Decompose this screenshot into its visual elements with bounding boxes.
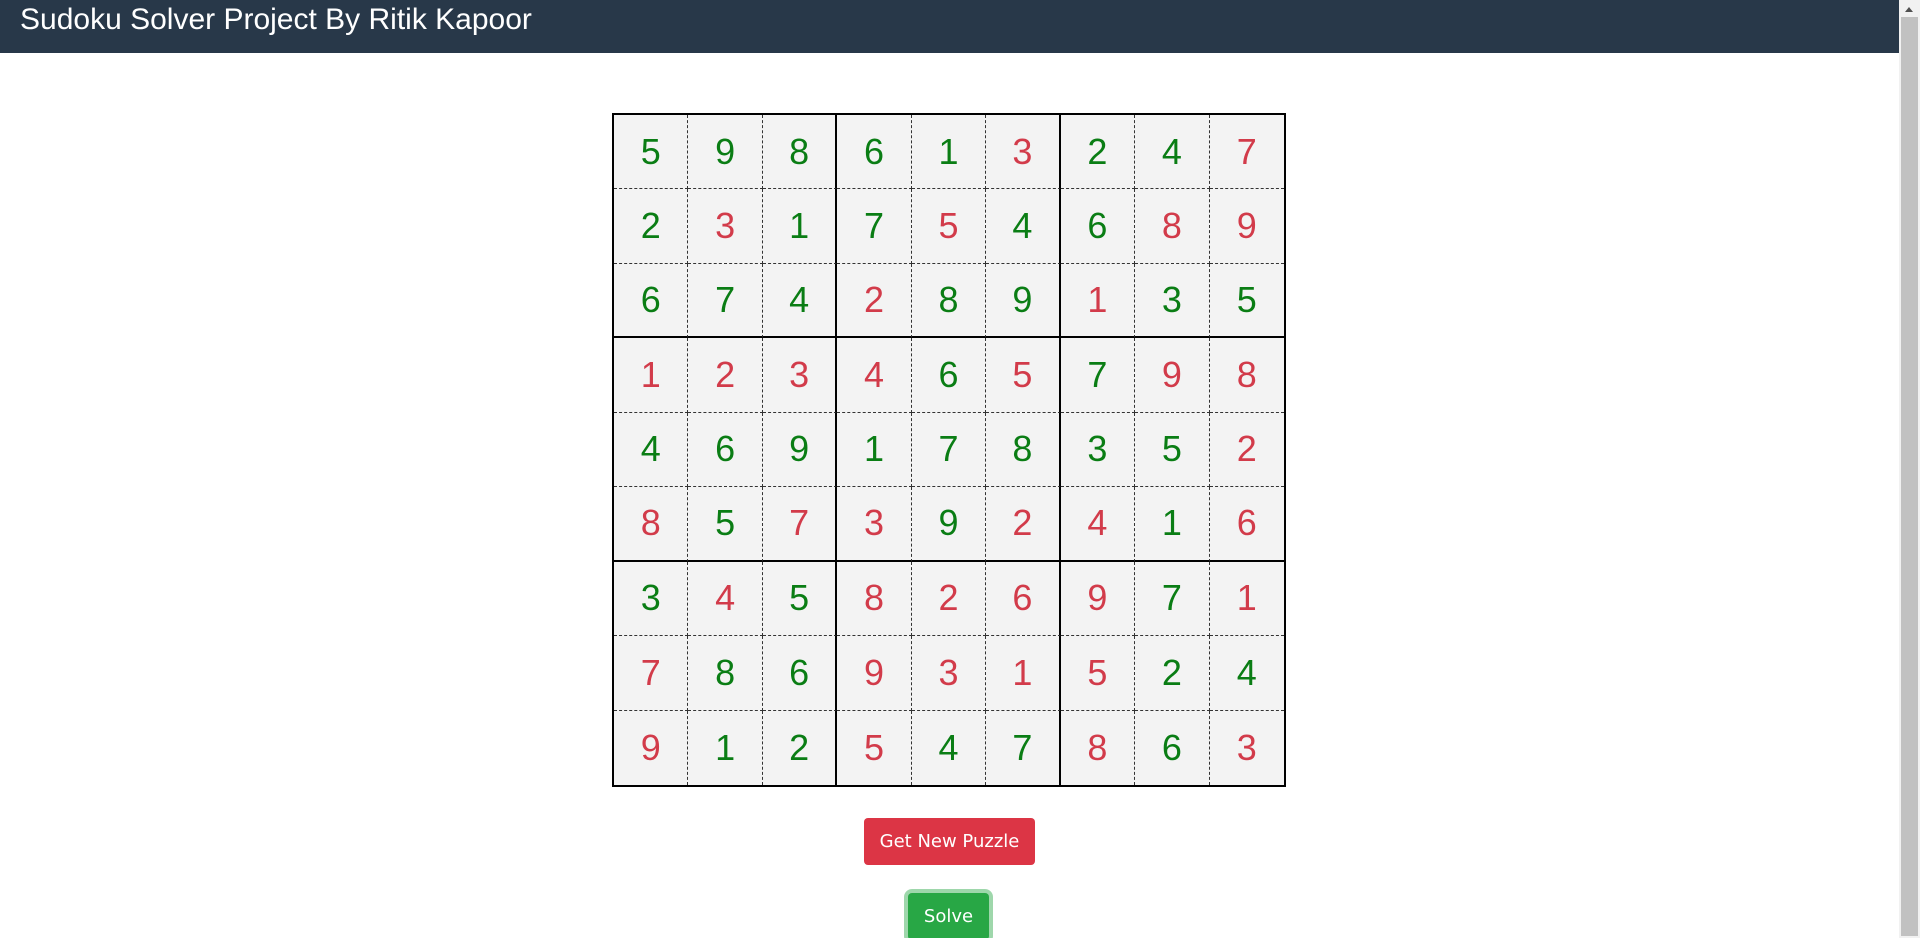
sudoku-cell-r5-c3[interactable]: 9	[762, 412, 838, 488]
sudoku-cell-r2-c6[interactable]: 4	[986, 189, 1061, 264]
sudoku-cell-r4-c7[interactable]: 7	[1060, 338, 1136, 413]
sudoku-cell-r5-c9[interactable]: 2	[1209, 412, 1284, 488]
sudoku-cell-r3-c5[interactable]: 8	[911, 263, 987, 339]
sudoku-cell-r3-c9[interactable]: 5	[1209, 263, 1284, 339]
scrollbar-thumb[interactable]	[1901, 17, 1918, 936]
sudoku-cell-r8-c4[interactable]: 9	[837, 636, 912, 711]
sudoku-cell-r4-c9[interactable]: 8	[1209, 338, 1284, 413]
sudoku-board: 5986132472317546896742891351234657984691…	[612, 113, 1286, 787]
sudoku-cell-r6-c3[interactable]: 7	[762, 487, 838, 562]
sudoku-cell-r9-c5[interactable]: 4	[911, 710, 987, 785]
sudoku-cell-r9-c9[interactable]: 3	[1209, 710, 1284, 785]
sudoku-cell-r8-c7[interactable]: 5	[1060, 636, 1136, 711]
header-bar: Sudoku Solver Project By Ritik Kapoor	[0, 0, 1899, 53]
sudoku-cell-r9-c2[interactable]: 1	[688, 710, 763, 785]
get-new-puzzle-button[interactable]: Get New Puzzle	[864, 818, 1035, 865]
sudoku-cell-r4-c1[interactable]: 1	[614, 338, 689, 413]
vertical-scrollbar[interactable]	[1899, 0, 1920, 938]
sudoku-cell-r7-c7[interactable]: 9	[1060, 561, 1136, 637]
page-title: Sudoku Solver Project By Ritik Kapoor	[20, 3, 532, 36]
sudoku-cell-r2-c3[interactable]: 1	[762, 189, 838, 264]
sudoku-cell-r8-c2[interactable]: 8	[688, 636, 763, 711]
solve-button[interactable]: Solve	[908, 893, 989, 938]
sudoku-cell-r3-c7[interactable]: 1	[1060, 263, 1136, 339]
sudoku-cell-r7-c9[interactable]: 1	[1209, 561, 1284, 637]
sudoku-cell-r8-c3[interactable]: 6	[762, 636, 838, 711]
sudoku-cell-r2-c1[interactable]: 2	[614, 189, 689, 264]
sudoku-cell-r3-c1[interactable]: 6	[614, 263, 689, 339]
scroll-up-arrow-icon[interactable]	[1905, 7, 1913, 12]
sudoku-cell-r7-c1[interactable]: 3	[614, 561, 689, 637]
sudoku-cell-r3-c6[interactable]: 9	[986, 263, 1061, 339]
sudoku-cell-r1-c4[interactable]: 6	[837, 115, 912, 190]
sudoku-cell-r1-c2[interactable]: 9	[688, 115, 763, 190]
sudoku-cell-r3-c4[interactable]: 2	[837, 263, 912, 339]
sudoku-cell-r4-c8[interactable]: 9	[1135, 338, 1210, 413]
sudoku-cell-r7-c8[interactable]: 7	[1135, 561, 1210, 637]
sudoku-cell-r9-c3[interactable]: 2	[762, 710, 838, 785]
sudoku-cell-r5-c5[interactable]: 7	[911, 412, 987, 488]
sudoku-cell-r1-c9[interactable]: 7	[1209, 115, 1284, 190]
sudoku-cell-r6-c6[interactable]: 2	[986, 487, 1061, 562]
sudoku-cell-r8-c1[interactable]: 7	[614, 636, 689, 711]
sudoku-cell-r7-c3[interactable]: 5	[762, 561, 838, 637]
sudoku-cell-r6-c7[interactable]: 4	[1060, 487, 1136, 562]
sudoku-cell-r4-c4[interactable]: 4	[837, 338, 912, 413]
sudoku-cell-r7-c2[interactable]: 4	[688, 561, 763, 637]
sudoku-cell-r5-c6[interactable]: 8	[986, 412, 1061, 488]
sudoku-cell-r5-c4[interactable]: 1	[837, 412, 912, 488]
sudoku-cell-r7-c5[interactable]: 2	[911, 561, 987, 637]
sudoku-cell-r7-c6[interactable]: 6	[986, 561, 1061, 637]
sudoku-cell-r5-c8[interactable]: 5	[1135, 412, 1210, 488]
sudoku-cell-r4-c6[interactable]: 5	[986, 338, 1061, 413]
sudoku-cell-r5-c2[interactable]: 6	[688, 412, 763, 488]
sudoku-cell-r8-c5[interactable]: 3	[911, 636, 987, 711]
sudoku-cell-r5-c7[interactable]: 3	[1060, 412, 1136, 488]
sudoku-cell-r9-c6[interactable]: 7	[986, 710, 1061, 785]
sudoku-cell-r4-c5[interactable]: 6	[911, 338, 987, 413]
sudoku-cell-r6-c2[interactable]: 5	[688, 487, 763, 562]
sudoku-cell-r9-c7[interactable]: 8	[1060, 710, 1136, 785]
sudoku-cell-r1-c7[interactable]: 2	[1060, 115, 1136, 190]
sudoku-cell-r7-c4[interactable]: 8	[837, 561, 912, 637]
page: Sudoku Solver Project By Ritik Kapoor 59…	[0, 0, 1920, 938]
sudoku-cell-r8-c8[interactable]: 2	[1135, 636, 1210, 711]
sudoku-cell-r6-c5[interactable]: 9	[911, 487, 987, 562]
sudoku-cell-r3-c3[interactable]: 4	[762, 263, 838, 339]
sudoku-cell-r6-c1[interactable]: 8	[614, 487, 689, 562]
sudoku-cell-r1-c5[interactable]: 1	[911, 115, 987, 190]
sudoku-cell-r2-c9[interactable]: 9	[1209, 189, 1284, 264]
sudoku-cell-r8-c9[interactable]: 4	[1209, 636, 1284, 711]
sudoku-cell-r3-c2[interactable]: 7	[688, 263, 763, 339]
sudoku-cell-r1-c6[interactable]: 3	[986, 115, 1061, 190]
sudoku-cell-r1-c1[interactable]: 5	[614, 115, 689, 190]
sudoku-cell-r6-c9[interactable]: 6	[1209, 487, 1284, 562]
sudoku-cell-r1-c8[interactable]: 4	[1135, 115, 1210, 190]
sudoku-cell-r5-c1[interactable]: 4	[614, 412, 689, 488]
sudoku-cell-r4-c3[interactable]: 3	[762, 338, 838, 413]
sudoku-cell-r6-c8[interactable]: 1	[1135, 487, 1210, 562]
sudoku-cell-r2-c4[interactable]: 7	[837, 189, 912, 264]
sudoku-cell-r2-c5[interactable]: 5	[911, 189, 987, 264]
sudoku-cell-r2-c2[interactable]: 3	[688, 189, 763, 264]
sudoku-cell-r1-c3[interactable]: 8	[762, 115, 838, 190]
sudoku-cell-r3-c8[interactable]: 3	[1135, 263, 1210, 339]
sudoku-cell-r9-c4[interactable]: 5	[837, 710, 912, 785]
sudoku-cell-r2-c8[interactable]: 8	[1135, 189, 1210, 264]
sudoku-cell-r9-c1[interactable]: 9	[614, 710, 689, 785]
sudoku-cell-r2-c7[interactable]: 6	[1060, 189, 1136, 264]
sudoku-cell-r6-c4[interactable]: 3	[837, 487, 912, 562]
sudoku-cell-r9-c8[interactable]: 6	[1135, 710, 1210, 785]
sudoku-cell-r4-c2[interactable]: 2	[688, 338, 763, 413]
sudoku-cell-r8-c6[interactable]: 1	[986, 636, 1061, 711]
